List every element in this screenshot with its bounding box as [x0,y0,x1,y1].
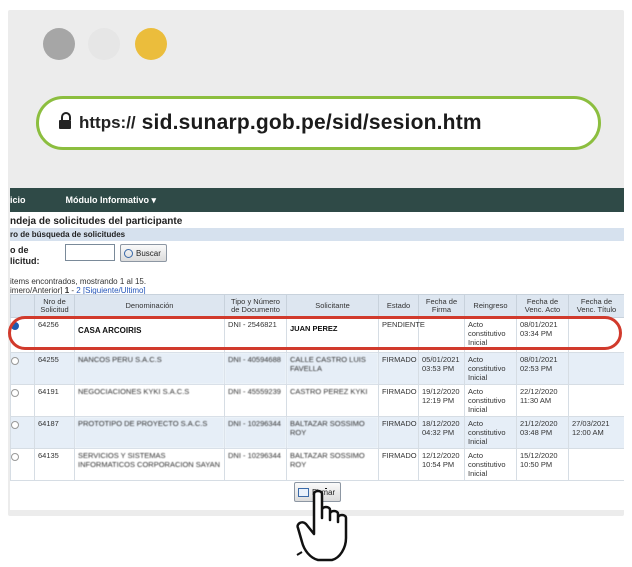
request-label-line-2: licitud: [10,256,40,266]
row-select-cell[interactable] [10,384,35,417]
cell-venc-titulo [568,384,624,417]
cell-venc-acto: 15/12/2020 10:50 PM [516,448,569,481]
table-row[interactable]: 64191 NEGOCIACIONES KYKI S.A.C.S DNI - 4… [10,384,624,417]
filter-section-header: ro de búsqueda de solicitudes [10,228,624,241]
row-radio[interactable] [11,389,19,397]
denominacion-text: CASA ARCOIRIS [78,326,142,335]
url-protocol: https:// [79,113,136,132]
cell-venc-acto: 21/12/2020 03:48 PM [516,416,569,449]
url-host: sid.sunarp.gob.pe/sid/sesion.htm [141,111,482,134]
lock-icon [59,112,71,129]
col-header-reingreso: Reingreso [464,294,517,318]
row-select-cell[interactable] [10,352,35,385]
cell-documento: DNI - 10296344 [224,416,287,449]
cell-estado: FIRMADO [378,448,419,481]
table-row[interactable]: 64255 NANCOS PERU S.A.C.S DNI - 40594688… [10,352,624,385]
cell-fecha-firma: 05/01/2021 03:53 PM [418,352,465,385]
cell-reingreso: Acto constitutivo Inicial [464,416,517,449]
cell-denominacion: NEGOCIACIONES KYKI S.A.C.S [74,384,225,417]
menu-item-inicio[interactable]: icio [10,195,26,205]
window-dot-yellow[interactable] [135,28,167,60]
page-title: ndeja de solicitudes del participante [10,216,183,227]
cell-venc-acto: 22/12/2020 11:30 AM [516,384,569,417]
col-header-fecha-firma: Fecha de Firma [418,294,465,318]
col-header-documento: Tipo y Número de Documento [224,294,287,318]
cell-reingreso: Acto constitutivo Inicial [464,352,517,385]
cell-estado: FIRMADO [378,352,419,385]
cell-venc-titulo: 27/03/2021 12:00 AM [568,416,624,449]
cell-solicitante: JUAN PEREZ [286,317,379,353]
search-icon [124,248,133,258]
col-header-estado: Estado [378,294,419,318]
row-radio[interactable] [11,421,19,429]
cell-documento: DNI - 2546821 [224,317,287,353]
menu-item-modulo-informativo[interactable]: Módulo Informativo ▾ [66,195,157,206]
search-button[interactable]: Buscar [120,244,167,262]
col-header-select [10,294,35,318]
col-header-venc-acto: Fecha de Venc. Acto [516,294,569,318]
cell-fecha-firma: 18/12/2020 04:32 PM [418,416,465,449]
request-number-label: o de licitud: [10,245,40,267]
cell-nro: 64135 [34,448,75,481]
table-row[interactable]: 64135 SERVICIOS Y SISTEMAS INFORMATICOS … [10,448,624,481]
cell-nro: 64191 [34,384,75,417]
cell-estado: PENDIENTE [378,317,425,353]
cell-solicitante: BALTAZAR SOSSIMO ROY [286,416,379,449]
cell-solicitante: CASTRO PEREZ KYKI [286,384,379,417]
window-dot-light[interactable] [88,28,120,60]
col-header-nro: Nro de Solicitud [34,294,75,318]
window-dot-gray[interactable] [43,28,75,60]
results-count: items encontrados, mostrando 1 al 15. [10,277,147,286]
row-select-cell[interactable] [10,448,35,481]
cell-venc-titulo [568,448,624,481]
row-select-cell[interactable] [10,317,35,353]
table-row[interactable]: 64256 CASA ARCOIRIS DNI - 2546821 JUAN P… [10,317,624,353]
cell-denominacion: PROTOTIPO DE PROYECTO S.A.C.S [74,416,225,449]
cell-reingreso: Acto constitutivo Inicial [464,317,517,353]
request-number-input[interactable] [65,244,115,261]
pointing-hand-cursor-icon [296,488,348,562]
search-button-label: Buscar [136,248,161,258]
row-radio[interactable] [11,357,19,365]
web-app: icio Módulo Informativo ▾ ndeja de solic… [10,188,624,510]
table-header-row: Nro de Solicitud Denominación Tipo y Núm… [10,294,624,318]
cell-reingreso: Acto constitutivo Inicial [464,448,517,481]
col-header-solicitante: Solicitante [286,294,379,318]
address-bar[interactable]: https:// sid.sunarp.gob.pe/sid/sesion.ht… [36,96,601,150]
cell-fecha-firma: 19/12/2020 12:19 PM [418,384,465,417]
row-radio[interactable] [11,453,19,461]
cell-estado: FIRMADO [378,416,419,449]
cell-solicitante: BALTAZAR SOSSIMO ROY [286,448,379,481]
cell-venc-titulo [568,352,624,385]
cell-documento: DNI - 10296344 [224,448,287,481]
row-select-cell[interactable] [10,416,35,449]
col-header-venc-titulo: Fecha de Venc. Título [568,294,624,318]
col-header-denominacion: Denominación [74,294,225,318]
cell-nro: 64256 [34,317,75,353]
cell-venc-acto: 08/01/2021 02:53 PM [516,352,569,385]
request-label-line-1: o de [10,245,29,255]
cell-documento: DNI - 40594688 [224,352,287,385]
cell-reingreso: Acto constitutivo Inicial [464,384,517,417]
row-radio-selected[interactable] [11,322,19,330]
cell-estado: FIRMADO [378,384,419,417]
requests-table: Nro de Solicitud Denominación Tipo y Núm… [10,294,624,481]
cell-nro: 64187 [34,416,75,449]
cell-denominacion: NANCOS PERU S.A.C.S [74,352,225,385]
cell-venc-acto: 08/01/2021 03:34 PM [516,317,569,353]
cell-nro: 64255 [34,352,75,385]
cell-denominacion: SERVICIOS Y SISTEMAS INFORMATICOS CORPOR… [74,448,225,481]
cell-denominacion: CASA ARCOIRIS [74,317,225,353]
cell-fecha-firma: 12/12/2020 10:54 PM [418,448,465,481]
cell-fecha-firma [418,317,465,353]
cell-solicitante: CALLE CASTRO LUIS FAVELLA [286,352,379,385]
cell-venc-titulo [568,317,624,353]
top-menu-bar: icio Módulo Informativo ▾ [10,188,624,212]
cell-documento: DNI - 45559239 [224,384,287,417]
table-row[interactable]: 64187 PROTOTIPO DE PROYECTO S.A.C.S DNI … [10,416,624,449]
